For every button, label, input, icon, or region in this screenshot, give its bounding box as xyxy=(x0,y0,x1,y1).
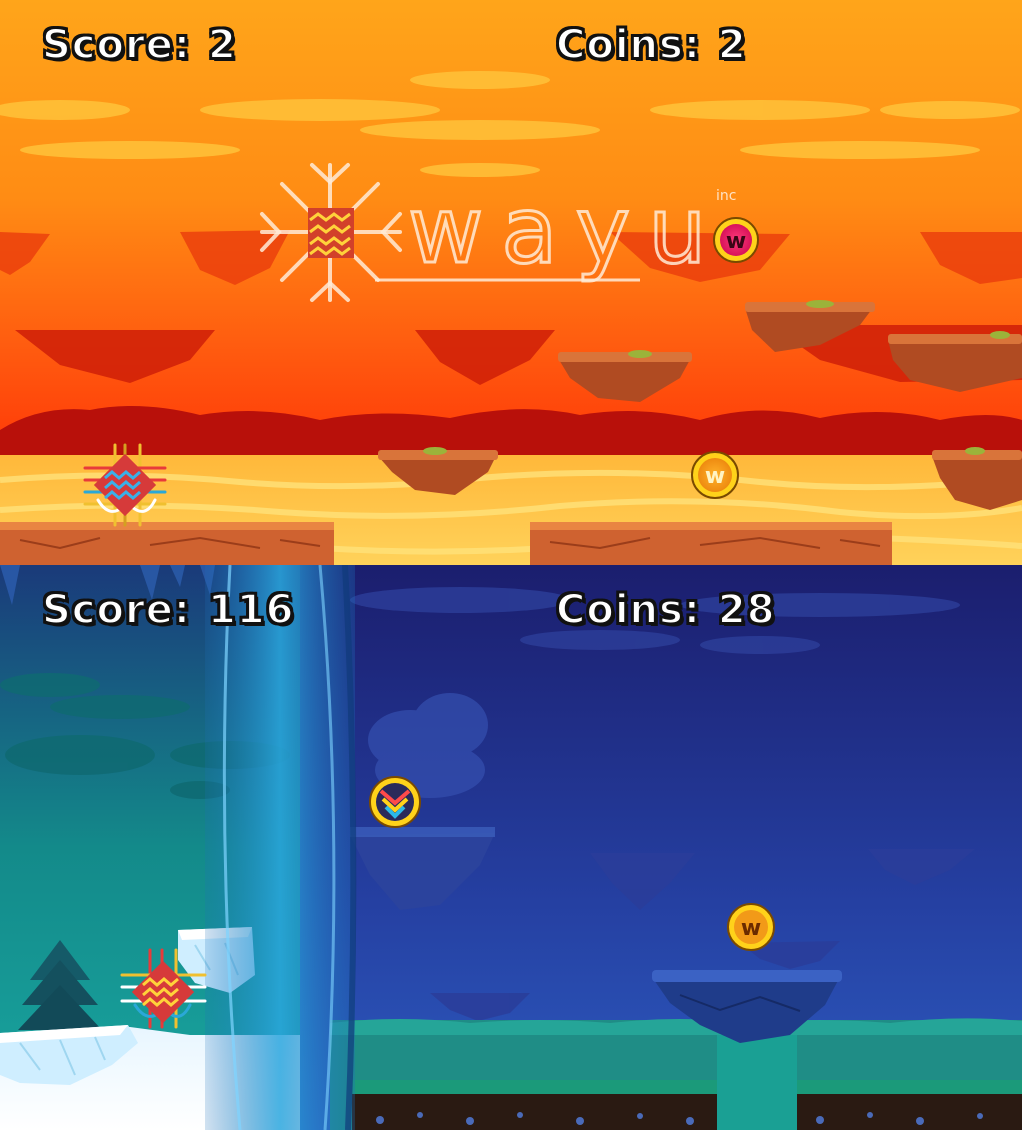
ground-block-right xyxy=(797,1080,1022,1130)
score-value: 2 xyxy=(207,21,237,69)
coins-label: Coins: xyxy=(555,21,701,69)
coins-value: 2 xyxy=(717,21,747,69)
score-value: 116 xyxy=(207,586,295,634)
game-screen-bottom: w Score: 116 Coins: 28 xyxy=(0,565,1022,1130)
coins-value: 28 xyxy=(717,586,776,634)
score-label: Score: xyxy=(41,586,191,634)
coins-display: Coins: 2 xyxy=(555,21,747,69)
coin-w-gold-icon: w xyxy=(741,916,761,941)
ground-platform-right xyxy=(530,522,892,565)
coin-pink: w xyxy=(713,217,759,263)
coin-gold: w xyxy=(691,451,739,499)
ground-block-left xyxy=(352,1080,717,1130)
coin-gold-bottom: w xyxy=(727,903,775,951)
coins-label: Coins: xyxy=(555,586,701,634)
wayu-wordmark: wayu xyxy=(408,177,724,284)
ice-portal xyxy=(205,565,357,1130)
wayu-inc-label: inc xyxy=(716,188,736,204)
coin-w-gold-icon: w xyxy=(705,464,725,489)
ground-platform-left xyxy=(0,522,334,565)
ridge xyxy=(0,406,1022,462)
coins-display: Coins: 28 xyxy=(555,586,776,634)
game-screen-top: wayu inc w w Score: 2 Coins: 2 xyxy=(0,0,1022,565)
coin-w-pink-icon: w xyxy=(726,229,746,254)
coin-chevron xyxy=(369,776,421,828)
gap-water xyxy=(717,1035,797,1130)
desert-background: wayu inc w w xyxy=(0,0,1022,565)
score-display: Score: 2 xyxy=(41,21,237,69)
score-label: Score: xyxy=(41,21,191,69)
score-display: Score: 116 xyxy=(41,586,295,634)
ice-night-background: w xyxy=(0,565,1022,1130)
